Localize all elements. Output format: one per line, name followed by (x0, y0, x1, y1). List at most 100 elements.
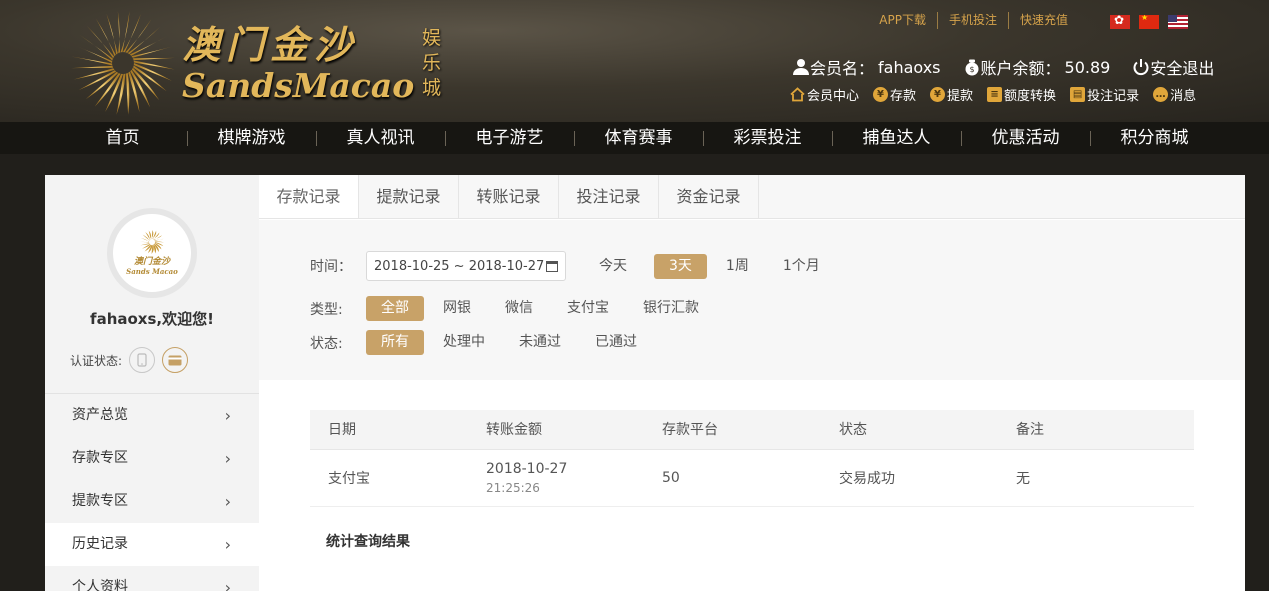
cell-status: 交易成功 (839, 471, 895, 487)
column-platform: 存款平台 (662, 422, 718, 438)
sidebar-menu: 资产总览 › 存款专区 › 提款专区 › 历史记录 › 个人资料 › (45, 393, 259, 591)
status-option-processing[interactable]: 处理中 (428, 330, 500, 355)
time-option-3days[interactable]: 3天 (654, 253, 707, 279)
nav-fishing[interactable]: 捕鱼达人 (832, 122, 961, 154)
nav-chess-cards[interactable]: 棋牌游戏 (187, 122, 316, 154)
quick-recharge-link[interactable]: 快速充值 (1007, 12, 1079, 29)
type-option-alipay[interactable]: 支付宝 (552, 296, 624, 321)
status-option-rejected[interactable]: 未通过 (504, 330, 576, 355)
sun-logo-icon (71, 11, 175, 115)
language-flags (1110, 15, 1188, 29)
member-center-link[interactable]: 会员中心 (790, 85, 859, 104)
sidebar-item-profile[interactable]: 个人资料 › (45, 566, 259, 591)
time-option-1week[interactable]: 1周 (711, 254, 764, 279)
type-label: 类型: (310, 301, 343, 318)
tab-fund-records[interactable]: 资金记录 (659, 175, 759, 218)
status-filter-row: 状态: 所有 处理中 未通过 已通过 (310, 330, 652, 355)
type-option-bank-transfer[interactable]: 银行汇款 (628, 296, 714, 321)
tab-transfer-records[interactable]: 转账记录 (459, 175, 559, 218)
sun-ray (145, 232, 150, 241)
sidebar-item-assets[interactable]: 资产总览 › (45, 394, 259, 437)
deposit-link[interactable]: ¥ 存款 (873, 85, 916, 104)
member-label: 会员名： (810, 59, 875, 78)
withdraw-link[interactable]: ¥ 提款 (930, 85, 973, 104)
messages-label: 消息 (1170, 89, 1197, 104)
chat-icon: … (1153, 87, 1169, 102)
sidebar-item-label: 历史记录 (72, 536, 128, 552)
type-option-wechat[interactable]: 微信 (490, 296, 548, 321)
cn-flag-icon[interactable] (1139, 15, 1159, 29)
us-flag-icon[interactable] (1168, 15, 1188, 29)
avatar-text-en: Sands Macao (126, 267, 178, 276)
table-row: 支付宝 2018-10-27 21:25:26 50 交易成功 无 (310, 450, 1194, 507)
sidebar-item-history[interactable]: 历史记录 › (45, 523, 259, 566)
brand-logo[interactable]: 澳门金沙 SandsMacao 娱乐城 (70, 8, 460, 116)
document-icon: ▤ (1070, 87, 1086, 102)
mobile-betting-link[interactable]: 手机投注 (936, 12, 1008, 29)
hk-flag-icon[interactable] (1110, 15, 1130, 29)
status-option-approved[interactable]: 已通过 (580, 330, 652, 355)
power-icon[interactable] (1132, 58, 1150, 76)
sun-ray (127, 26, 161, 55)
transfer-link[interactable]: ≡ 额度转换 (987, 85, 1056, 104)
nav-slots[interactable]: 电子游艺 (445, 122, 574, 154)
sun-ray (95, 18, 116, 57)
column-remark: 备注 (1016, 422, 1044, 438)
transfer-label: 额度转换 (1004, 89, 1057, 104)
records-table: 日期 转账金额 存款平台 状态 备注 支付宝 2018-10-27 21:25:… (310, 410, 1194, 507)
user-info: 会员名： fahaoxs $ 账户余额： 50.89 安全退出 (792, 55, 1214, 79)
avatar: 澳门金沙 Sands Macao (107, 208, 197, 298)
tab-withdraw-records[interactable]: 提款记录 (359, 175, 459, 218)
sidebar-item-label: 资产总览 (72, 407, 128, 423)
cell-amount-time: 21:25:26 (486, 481, 540, 495)
type-option-netbank[interactable]: 网银 (428, 296, 486, 321)
chevron-right-icon: › (224, 492, 231, 511)
phone-verify-icon[interactable] (129, 347, 156, 373)
sidebar-item-withdraw[interactable]: 提款专区 › (45, 480, 259, 523)
type-option-all[interactable]: 全部 (366, 296, 424, 321)
nav-promotions[interactable]: 优惠活动 (961, 122, 1090, 154)
nav-home[interactable]: 首页 (58, 122, 187, 154)
messages-link[interactable]: … 消息 (1153, 85, 1196, 104)
logout-link[interactable]: 安全退出 (1150, 55, 1214, 79)
deposit-label: 存款 (890, 89, 917, 104)
date-range-input[interactable]: 2018-10-25 ~ 2018-10-27 (366, 251, 566, 281)
stats-label: 统计查询结果 (326, 534, 410, 550)
brand-name-cn: 澳门金沙 (182, 22, 359, 67)
nav-lottery[interactable]: 彩票投注 (703, 122, 832, 154)
home-icon (790, 87, 805, 102)
bankcard-verify-icon[interactable] (162, 347, 189, 373)
sun-ray (71, 56, 113, 66)
tab-deposit-records[interactable]: 存款记录 (259, 175, 359, 218)
chevron-right-icon: › (224, 449, 231, 468)
bet-records-link[interactable]: ▤ 投注记录 (1070, 85, 1139, 104)
sun-ray (151, 230, 154, 240)
sidebar-item-deposit[interactable]: 存款专区 › (45, 437, 259, 480)
content-panel: 澳门金沙 Sands Macao fahaoxs,欢迎您! 认证状态: 资产总览… (45, 175, 1245, 591)
chevron-right-icon: › (224, 406, 231, 425)
sun-ray (125, 19, 152, 53)
type-filter-row: 类型: 全部 网银 微信 支付宝 银行汇款 (310, 296, 714, 321)
sun-ray (86, 25, 115, 59)
member-center-label: 会员中心 (807, 89, 860, 104)
brand-subtitle: 娱乐城 (422, 27, 442, 99)
column-date: 日期 (328, 422, 356, 438)
bet-records-label: 投注记录 (1087, 89, 1140, 104)
sun-ray (140, 241, 150, 243)
time-option-today[interactable]: 今天 (584, 254, 642, 279)
app-download-link[interactable]: APP下载 (868, 12, 937, 29)
time-label: 时间： (310, 259, 352, 275)
calendar-icon (546, 261, 558, 272)
sidebar-item-label: 提款专区 (72, 493, 128, 509)
status-option-all[interactable]: 所有 (366, 330, 424, 355)
time-option-1month[interactable]: 1个月 (768, 254, 835, 279)
nav-points-mall[interactable]: 积分商城 (1090, 122, 1219, 154)
tab-bet-records[interactable]: 投注记录 (559, 175, 659, 218)
nav-live-casino[interactable]: 真人视讯 (316, 122, 445, 154)
time-filter-row: 时间： 2018-10-25 ~ 2018-10-27 今天 3天 1周 1个月 (310, 251, 835, 281)
sun-ray (153, 235, 162, 240)
nav-sports[interactable]: 体育赛事 (574, 122, 703, 154)
column-amount: 转账金额 (486, 422, 542, 438)
top-links: APP下载 手机投注 快速充值 (868, 12, 1079, 29)
verify-label: 认证状态: (70, 353, 123, 368)
